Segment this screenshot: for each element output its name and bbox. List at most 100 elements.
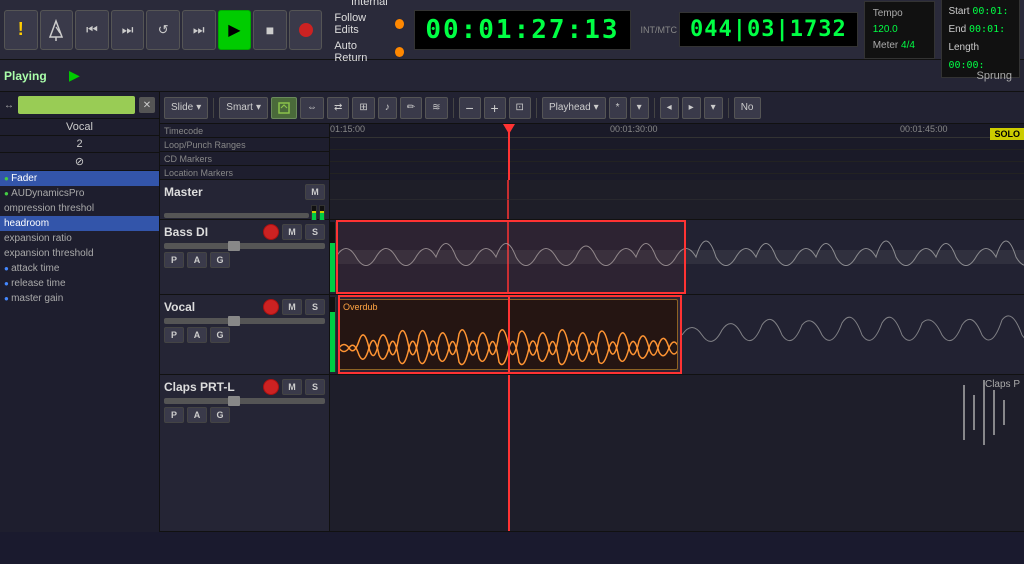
master-m-button[interactable]: M — [305, 184, 325, 200]
vocal-a-button[interactable]: A — [187, 327, 207, 343]
attack-label: attack time — [11, 263, 59, 274]
tempo-meter: Tempo 120.0 Meter 4/4 — [864, 1, 936, 59]
release-label: release time — [11, 278, 65, 289]
tool-btn-active[interactable] — [271, 97, 297, 119]
btn-rewind[interactable]: ⏭ — [111, 10, 145, 50]
vocal-g-button[interactable]: G — [210, 327, 230, 343]
bass-di-track-header: Bass DI M S P A G — [160, 220, 330, 294]
cd-markers-label: CD Markers — [160, 152, 329, 166]
sidebar-param-audynamics[interactable]: AUDynamicsPro — [0, 186, 159, 201]
tc-mark-3: 00:01:45:00 — [900, 124, 948, 134]
tool-btn-speaker[interactable]: ♪ — [378, 97, 397, 119]
start-value: 00:01: — [972, 6, 1008, 17]
claps-p-button[interactable]: P — [164, 407, 184, 423]
bass-di-track-row: Bass DI M S P A G — [160, 220, 1024, 295]
bass-di-rec-button[interactable] — [263, 224, 279, 240]
selection-start: Start 00:01: — [948, 3, 1013, 21]
meter-label: Meter — [873, 40, 899, 51]
search-box[interactable] — [18, 96, 135, 114]
tempo-value: 120.0 — [873, 24, 898, 35]
sidebar-param-expansion-threshold[interactable]: expansion threshold — [0, 246, 159, 261]
vocal-waveform-area: Overdub — [330, 295, 1024, 374]
tool-btn-grid[interactable]: ⊞ — [352, 97, 374, 119]
smart-chevron-icon: ▾ — [256, 102, 261, 113]
star-btn[interactable]: * — [609, 97, 627, 119]
sidebar-param-headroom[interactable]: headroom — [0, 216, 159, 231]
claps-m-button[interactable]: M — [282, 379, 302, 395]
playhead-label: Playhead — [549, 102, 591, 113]
btn-exclamation[interactable]: ! — [4, 10, 38, 50]
smart-dropdown[interactable]: Smart ▾ — [219, 97, 268, 119]
claps-fader[interactable] — [164, 398, 325, 404]
meter-row: Meter 4/4 — [873, 38, 927, 54]
left-arrow-btn[interactable]: ◂ — [660, 97, 679, 119]
tool-btn-trim[interactable]: ⇔ — [300, 97, 324, 119]
btn-rewind-start[interactable]: ⏮ — [75, 10, 109, 50]
start-label: Start — [948, 6, 969, 17]
btn-stop[interactable]: ■ — [253, 10, 287, 50]
star-dropdown[interactable]: ▾ — [630, 97, 649, 119]
sidebar-param-attack[interactable]: attack time — [0, 261, 159, 276]
tempo-row: Tempo 120.0 — [873, 6, 927, 38]
sidebar-param-release[interactable]: release time — [0, 276, 159, 291]
separator-4 — [654, 98, 655, 118]
tc-mark-2: 00:01:30:00 — [610, 124, 658, 134]
auto-return-led — [395, 47, 404, 57]
bass-di-g-button[interactable]: G — [210, 252, 230, 268]
location-markers-ruler: SOLO — [330, 162, 1024, 174]
claps-a-button[interactable]: A — [187, 407, 207, 423]
playhead-dropdown[interactable]: Playhead ▾ — [542, 97, 606, 119]
expansion-threshold-label: expansion threshold — [4, 248, 94, 259]
vocal-m-button[interactable]: M — [282, 299, 302, 315]
btn-forward[interactable]: ⏭ — [182, 10, 216, 50]
sidebar-param-mastergain[interactable]: master gain — [0, 291, 159, 306]
sidebar-param-expansion-ratio[interactable]: expansion ratio — [0, 231, 159, 246]
auto-return-row[interactable]: Auto Return — [334, 40, 404, 64]
btn-play[interactable]: ▶ — [218, 10, 252, 50]
sidebar-num: 2 — [0, 136, 159, 153]
follow-edits-led — [395, 19, 404, 29]
claps-rec-button[interactable] — [263, 379, 279, 395]
vocal-playhead-line — [508, 295, 510, 374]
fit-btn[interactable]: ⊡ — [509, 97, 531, 119]
sidebar-arrow-icon: ↔ — [4, 100, 14, 111]
loop-punch-label: Loop/Punch Ranges — [160, 138, 329, 152]
right-arrow-btn[interactable]: ▸ — [682, 97, 701, 119]
vocal-s-button[interactable]: S — [305, 299, 325, 315]
bass-di-s-button[interactable]: S — [305, 224, 325, 240]
auto-return-label: Auto Return — [334, 40, 389, 64]
bass-di-a-button[interactable]: A — [187, 252, 207, 268]
master-track-name: Master — [164, 185, 203, 199]
tool-btn-wave[interactable]: ≋ — [425, 97, 447, 119]
btn-metronome[interactable] — [40, 10, 74, 50]
vocal-p-button[interactable]: P — [164, 327, 184, 343]
sidebar-param-fader[interactable]: Fader — [0, 171, 159, 186]
playhead-arrow-icon — [503, 124, 515, 134]
expansion-ratio-label: expansion ratio — [4, 233, 72, 244]
zoom-minus-btn[interactable]: − — [459, 97, 481, 119]
vocal-fader[interactable] — [164, 318, 325, 324]
claps-track-row: Claps PRT-L M S P A G — [160, 375, 1024, 532]
follow-edits-row[interactable]: Follow Edits — [334, 12, 404, 36]
bass-di-p-button[interactable]: P — [164, 252, 184, 268]
no-btn[interactable]: No — [734, 97, 761, 119]
btn-loop[interactable]: ↺ — [146, 10, 180, 50]
claps-s-button[interactable]: S — [305, 379, 325, 395]
separator-1 — [213, 98, 214, 118]
timeline-ruler: 01:15:00 00:01:30:00 00:01:45:00 SOLO — [330, 124, 1024, 180]
claps-g-button[interactable]: G — [210, 407, 230, 423]
master-fader-slider[interactable] — [164, 213, 309, 218]
sidebar-param-compression[interactable]: ompression threshol — [0, 201, 159, 216]
claps-waveform-area: Claps P — [330, 375, 1024, 531]
bass-di-fader[interactable] — [164, 243, 325, 249]
slide-dropdown[interactable]: Slide ▾ — [164, 97, 208, 119]
nudge-dropdown[interactable]: ▾ — [704, 97, 723, 119]
tool-btn-pencil[interactable]: ✏ — [400, 97, 422, 119]
vocal-rec-button[interactable] — [263, 299, 279, 315]
btn-record[interactable] — [289, 10, 323, 50]
close-button[interactable]: ✕ — [139, 97, 155, 113]
play-triangle-icon: ▶ — [69, 67, 80, 84]
zoom-plus-btn[interactable]: + — [484, 97, 506, 119]
tool-btn-shuffle[interactable]: ⇄ — [327, 97, 349, 119]
bass-di-m-button[interactable]: M — [282, 224, 302, 240]
